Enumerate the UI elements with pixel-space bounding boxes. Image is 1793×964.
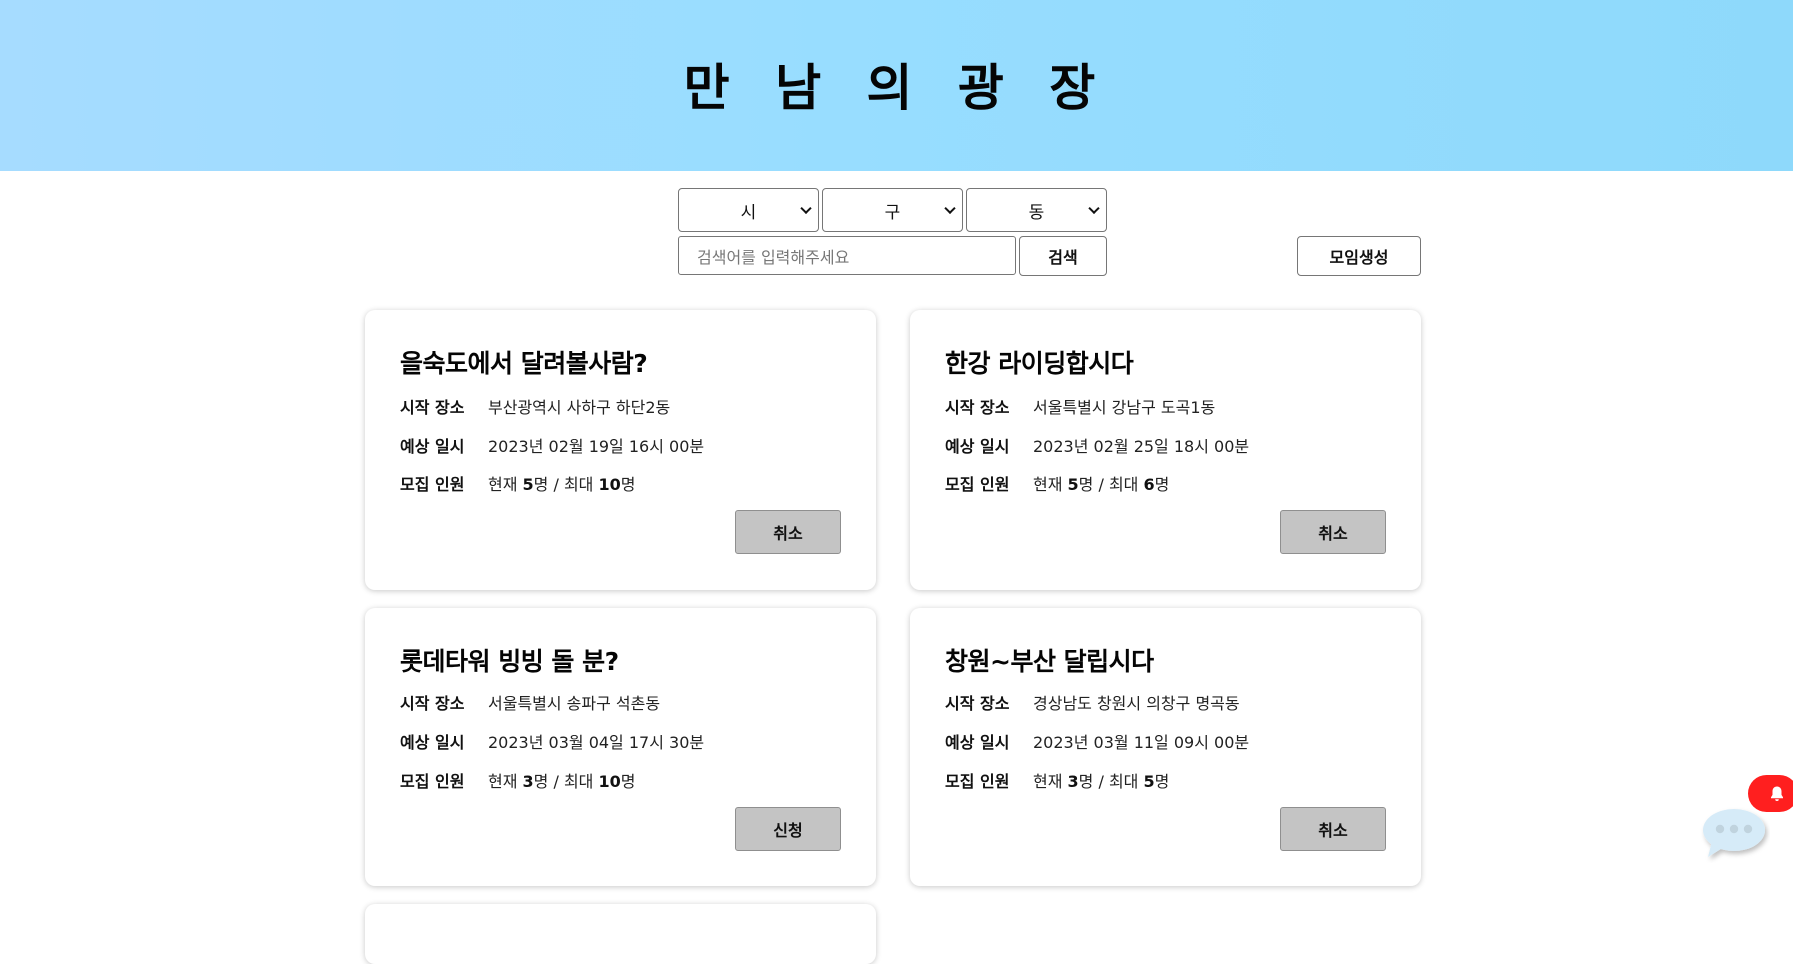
district-select-value: 구 (884, 202, 901, 223)
start-place-label: 시작 장소 (945, 694, 1010, 713)
recruit-value: 현재 5명 / 최대 6명 (1033, 475, 1170, 494)
recruit-value: 현재 3명 / 최대 10명 (488, 772, 636, 791)
cancel-button[interactable]: 취소 (1280, 807, 1386, 851)
page-title: 만 남 의 광 장 (683, 58, 1110, 117)
recruit-row: 모집 인원 현재 5명 / 최대 10명 (400, 471, 635, 495)
expected-time-label: 예상 일시 (945, 733, 1010, 752)
expected-time-value: 2023년 03월 11일 09시 00분 (1033, 733, 1250, 752)
expected-time-row: 예상 일시 2023년 02월 25일 18시 00분 (945, 433, 1249, 457)
chevron-down-icon (800, 202, 812, 215)
meeting-card: 을숙도에서 달려볼사람? 시작 장소 부산광역시 사하구 하단2동 예상 일시 … (365, 310, 876, 590)
dong-select[interactable]: 동 (966, 188, 1107, 232)
search-button[interactable]: 검색 (1019, 236, 1107, 276)
district-select[interactable]: 구 (822, 188, 963, 232)
apply-button[interactable]: 신청 (735, 807, 841, 851)
chat-bubble-icon (1703, 809, 1765, 857)
page-header: 만 남 의 광 장 (0, 0, 1793, 171)
expected-time-label: 예상 일시 (400, 437, 465, 456)
max-count: 10 (598, 772, 621, 791)
current-count: 3 (1067, 772, 1079, 791)
max-count: 10 (598, 475, 621, 494)
chat-button[interactable] (1700, 803, 1770, 863)
search-input[interactable]: 검색어를 입력해주세요 (678, 236, 1016, 275)
start-place-value: 서울특별시 송파구 석촌동 (488, 694, 661, 713)
start-place-row: 시작 장소 부산광역시 사하구 하단2동 (400, 394, 670, 418)
expected-time-row: 예상 일시 2023년 02월 19일 16시 00분 (400, 433, 704, 457)
chevron-down-icon (1088, 202, 1100, 215)
meeting-card: 창원~부산 달립시다 시작 장소 경상남도 창원시 의창구 명곡동 예상 일시 … (910, 608, 1421, 886)
meeting-title: 창원~부산 달립시다 (945, 647, 1154, 676)
start-place-value: 경상남도 창원시 의창구 명곡동 (1033, 694, 1240, 713)
recruit-value: 현재 5명 / 최대 10명 (488, 475, 636, 494)
start-place-label: 시작 장소 (400, 398, 465, 417)
start-place-label: 시작 장소 (945, 398, 1010, 417)
recruit-row: 모집 인원 현재 3명 / 최대 5명 (945, 768, 1169, 792)
start-place-row: 시작 장소 경상남도 창원시 의창구 명곡동 (945, 690, 1240, 714)
meeting-title: 을숙도에서 달려볼사람? (400, 349, 648, 378)
current-count: 3 (522, 772, 534, 791)
city-select[interactable]: 시 (678, 188, 819, 232)
expected-time-row: 예상 일시 2023년 03월 11일 09시 00분 (945, 729, 1249, 753)
max-count: 5 (1143, 772, 1155, 791)
recruit-label: 모집 인원 (400, 772, 465, 791)
recruit-label: 모집 인원 (945, 475, 1010, 494)
start-place-row: 시작 장소 서울특별시 강남구 도곡1동 (945, 394, 1215, 418)
city-select-value: 시 (740, 202, 757, 223)
start-place-value: 부산광역시 사하구 하단2동 (488, 398, 671, 417)
chevron-down-icon (944, 202, 956, 215)
max-count: 6 (1143, 475, 1155, 494)
create-meeting-button[interactable]: 모임생성 (1297, 236, 1421, 276)
dong-select-value: 동 (1028, 202, 1045, 223)
expected-time-row: 예상 일시 2023년 03월 04일 17시 30분 (400, 729, 704, 753)
start-place-row: 시작 장소 서울특별시 송파구 석촌동 (400, 690, 660, 714)
meeting-card: 한강 라이딩합시다 시작 장소 서울특별시 강남구 도곡1동 예상 일시 202… (910, 310, 1421, 590)
recruit-row: 모집 인원 현재 5명 / 최대 6명 (945, 471, 1169, 495)
search-placeholder: 검색어를 입력해주세요 (697, 247, 850, 267)
meeting-card (365, 904, 876, 964)
current-count: 5 (522, 475, 534, 494)
expected-time-value: 2023년 03월 04일 17시 30분 (488, 733, 705, 752)
current-count: 5 (1067, 475, 1079, 494)
cancel-button[interactable]: 취소 (735, 510, 841, 554)
recruit-label: 모집 인원 (400, 475, 465, 494)
start-place-label: 시작 장소 (400, 694, 465, 713)
meeting-card: 롯데타워 빙빙 돌 분? 시작 장소 서울특별시 송파구 석촌동 예상 일시 2… (365, 608, 876, 886)
cancel-button[interactable]: 취소 (1280, 510, 1386, 554)
recruit-value: 현재 3명 / 최대 5명 (1033, 772, 1170, 791)
expected-time-label: 예상 일시 (945, 437, 1010, 456)
meeting-title: 한강 라이딩합시다 (945, 349, 1134, 378)
expected-time-value: 2023년 02월 19일 16시 00분 (488, 437, 705, 456)
recruit-label: 모집 인원 (945, 772, 1010, 791)
meeting-title: 롯데타워 빙빙 돌 분? (400, 647, 619, 676)
recruit-row: 모집 인원 현재 3명 / 최대 10명 (400, 768, 635, 792)
bell-icon (1771, 786, 1783, 801)
start-place-value: 서울특별시 강남구 도곡1동 (1033, 398, 1216, 417)
expected-time-value: 2023년 02월 25일 18시 00분 (1033, 437, 1250, 456)
expected-time-label: 예상 일시 (400, 733, 465, 752)
